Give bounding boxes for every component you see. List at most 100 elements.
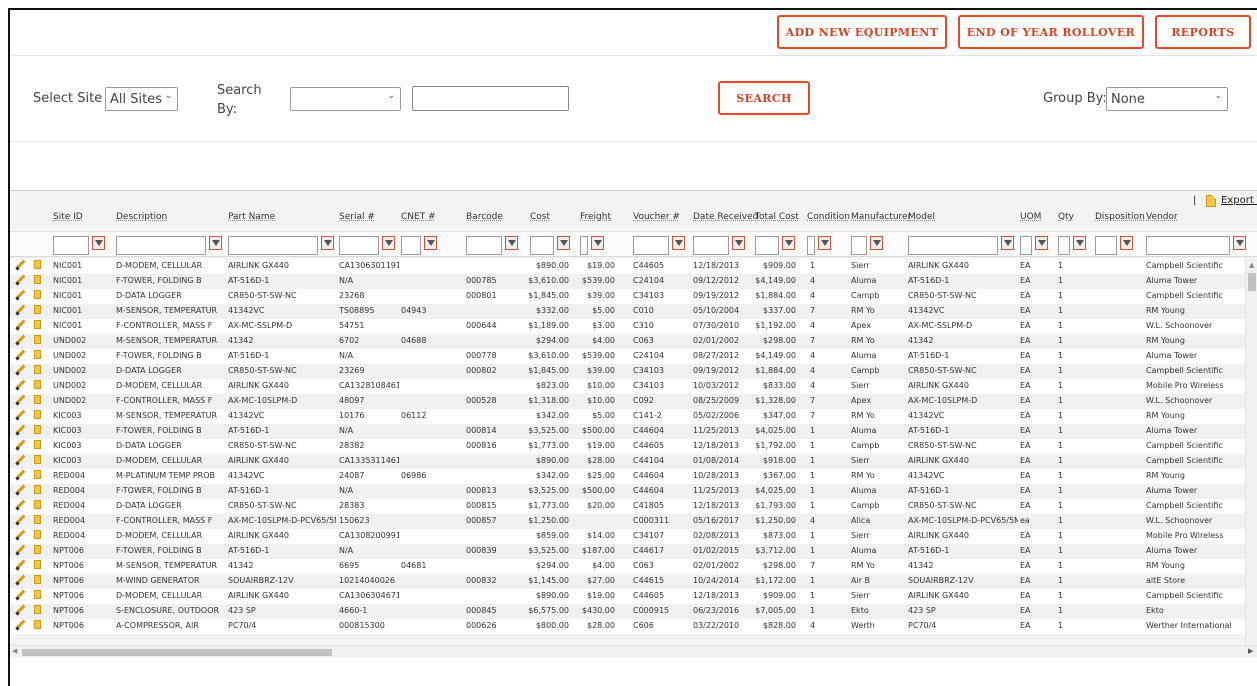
column-header[interactable]: Part Name bbox=[228, 212, 275, 230]
column-header[interactable]: Condition bbox=[807, 212, 850, 230]
scroll-thumb[interactable] bbox=[22, 649, 332, 656]
horizontal-scrollbar[interactable]: ◀ ▶ bbox=[10, 645, 1257, 658]
column-header[interactable]: Qty bbox=[1058, 212, 1074, 230]
edit-pencil-icon[interactable] bbox=[15, 260, 25, 270]
scroll-up-icon[interactable]: ▲ bbox=[1249, 261, 1254, 269]
table-row[interactable]: KIC003 M-SENSOR, TEMPERATUR 41342VC 10176 06… bbox=[10, 409, 1245, 424]
edit-pencil-icon[interactable] bbox=[15, 545, 25, 555]
filter-icon[interactable] bbox=[1001, 236, 1014, 250]
vertical-scrollbar[interactable]: ▲ bbox=[1245, 259, 1257, 645]
filter-icon[interactable] bbox=[382, 236, 395, 250]
edit-pencil-icon[interactable] bbox=[15, 605, 25, 615]
column-filter-input[interactable] bbox=[53, 236, 89, 255]
scroll-right-icon[interactable]: ▶ bbox=[1248, 647, 1253, 655]
edit-pencil-icon[interactable] bbox=[15, 395, 25, 405]
edit-pencil-icon[interactable] bbox=[15, 380, 25, 390]
document-icon[interactable] bbox=[34, 305, 41, 314]
reports-button[interactable]: REPORTS bbox=[1155, 15, 1251, 49]
edit-pencil-icon[interactable] bbox=[15, 425, 25, 435]
document-icon[interactable] bbox=[34, 260, 41, 269]
search-button[interactable]: SEARCH bbox=[718, 81, 810, 115]
table-row[interactable]: RED004 F-CONTROLLER, MASS F AX-MC-10SLPM-D… bbox=[10, 514, 1245, 529]
filter-icon[interactable] bbox=[505, 236, 518, 250]
table-row[interactable]: NIC001 F-CONTROLLER, MASS F AX-MC-SSLPM-D 5… bbox=[10, 319, 1245, 334]
edit-pencil-icon[interactable] bbox=[15, 470, 25, 480]
search-by-dropdown[interactable]: ⌄ bbox=[290, 87, 401, 111]
edit-pencil-icon[interactable] bbox=[15, 590, 25, 600]
document-icon[interactable] bbox=[34, 575, 41, 584]
column-header[interactable]: Freight bbox=[580, 212, 611, 230]
column-header[interactable]: Cost bbox=[530, 212, 550, 230]
document-icon[interactable] bbox=[34, 500, 41, 509]
edit-pencil-icon[interactable] bbox=[15, 305, 25, 315]
column-header[interactable]: UOM bbox=[1020, 212, 1041, 230]
table-row[interactable]: KIC003 F-TOWER, FOLDING B AT-516D-1 N/A 0008… bbox=[10, 424, 1245, 439]
edit-pencil-icon[interactable] bbox=[15, 320, 25, 330]
table-row[interactable]: NIC001 D-MODEM, CELLULAR AIRLINK GX440 CA13… bbox=[10, 259, 1245, 274]
scroll-thumb[interactable] bbox=[1248, 273, 1256, 291]
column-header[interactable]: Description bbox=[116, 212, 167, 230]
document-icon[interactable] bbox=[34, 620, 41, 629]
document-icon[interactable] bbox=[34, 410, 41, 419]
column-header[interactable]: Site ID bbox=[53, 212, 83, 230]
document-icon[interactable] bbox=[34, 440, 41, 449]
document-icon[interactable] bbox=[34, 395, 41, 404]
filter-icon[interactable] bbox=[1035, 236, 1048, 250]
table-row[interactable]: NPT006 A-COMPRESSOR, AIR PC70/4 000815300 00… bbox=[10, 619, 1245, 634]
table-row[interactable]: NPT006 M-WIND GENERATOR SOUAIRBRZ-12V 10214… bbox=[10, 574, 1245, 589]
table-row[interactable]: NIC001 F-TOWER, FOLDING B AT-516D-1 N/A 0007… bbox=[10, 274, 1245, 289]
document-icon[interactable] bbox=[34, 455, 41, 464]
column-filter-input[interactable] bbox=[633, 236, 669, 255]
table-row[interactable]: UND002 F-CONTROLLER, MASS F AX-MC-10SLPM-D… bbox=[10, 394, 1245, 409]
column-filter-input[interactable] bbox=[1146, 236, 1230, 255]
table-row[interactable]: RED004 D-MODEM, CELLULAR AIRLINK GX440 CA13… bbox=[10, 529, 1245, 544]
column-filter-input[interactable] bbox=[851, 236, 867, 255]
filter-icon[interactable] bbox=[424, 236, 437, 250]
filter-icon[interactable] bbox=[557, 236, 570, 250]
column-filter-input[interactable] bbox=[1058, 236, 1070, 255]
edit-pencil-icon[interactable] bbox=[15, 575, 25, 585]
document-icon[interactable] bbox=[34, 350, 41, 359]
edit-pencil-icon[interactable] bbox=[15, 275, 25, 285]
column-filter-input[interactable] bbox=[401, 236, 421, 255]
column-filter-input[interactable] bbox=[1020, 236, 1032, 255]
column-filter-input[interactable] bbox=[908, 236, 998, 255]
filter-icon[interactable] bbox=[818, 236, 831, 250]
edit-pencil-icon[interactable] bbox=[15, 455, 25, 465]
column-header[interactable]: Manufacturer bbox=[851, 212, 911, 230]
document-icon[interactable] bbox=[34, 290, 41, 299]
column-header[interactable]: Disposition bbox=[1095, 212, 1145, 230]
export-to-excel-link[interactable]: Export To Excel bbox=[1221, 195, 1257, 206]
column-filter-input[interactable] bbox=[466, 236, 502, 255]
end-of-year-rollover-button[interactable]: END OF YEAR ROLLOVER bbox=[958, 15, 1144, 49]
column-header[interactable]: Vendor bbox=[1146, 212, 1178, 230]
column-filter-input[interactable] bbox=[228, 236, 318, 255]
table-row[interactable]: RED004 F-TOWER, FOLDING B AT-516D-1 N/A 0008… bbox=[10, 484, 1245, 499]
search-input[interactable] bbox=[412, 86, 569, 111]
column-filter-input[interactable] bbox=[116, 236, 206, 255]
column-header[interactable]: Total Cost bbox=[755, 212, 799, 230]
add-new-equipment-button[interactable]: ADD NEW EQUIPMENT bbox=[777, 15, 947, 49]
group-by-dropdown[interactable]: None ⌄ bbox=[1106, 87, 1228, 111]
column-filter-input[interactable] bbox=[339, 236, 379, 255]
edit-pencil-icon[interactable] bbox=[15, 350, 25, 360]
document-icon[interactable] bbox=[34, 605, 41, 614]
scroll-left-icon[interactable]: ◀ bbox=[12, 647, 17, 655]
column-filter-input[interactable] bbox=[530, 236, 554, 255]
filter-icon[interactable] bbox=[1120, 236, 1133, 250]
edit-pencil-icon[interactable] bbox=[15, 365, 25, 375]
table-row[interactable]: KIC003 D-MODEM, CELLULAR AIRLINK GX440 CA13… bbox=[10, 454, 1245, 469]
filter-icon[interactable] bbox=[321, 236, 334, 250]
edit-pencil-icon[interactable] bbox=[15, 440, 25, 450]
table-row[interactable]: UND002 D-MODEM, CELLULAR AIRLINK GX440 CA13… bbox=[10, 379, 1245, 394]
document-icon[interactable] bbox=[34, 425, 41, 434]
document-icon[interactable] bbox=[34, 545, 41, 554]
document-icon[interactable] bbox=[34, 470, 41, 479]
filter-icon[interactable] bbox=[1233, 236, 1246, 250]
table-row[interactable]: UND002 D-DATA LOGGER CR850-ST-SW-NC 23269 00… bbox=[10, 364, 1245, 379]
column-filter-input[interactable] bbox=[580, 236, 588, 255]
document-icon[interactable] bbox=[34, 335, 41, 344]
document-icon[interactable] bbox=[34, 275, 41, 284]
document-icon[interactable] bbox=[34, 560, 41, 569]
filter-icon[interactable] bbox=[591, 236, 604, 250]
